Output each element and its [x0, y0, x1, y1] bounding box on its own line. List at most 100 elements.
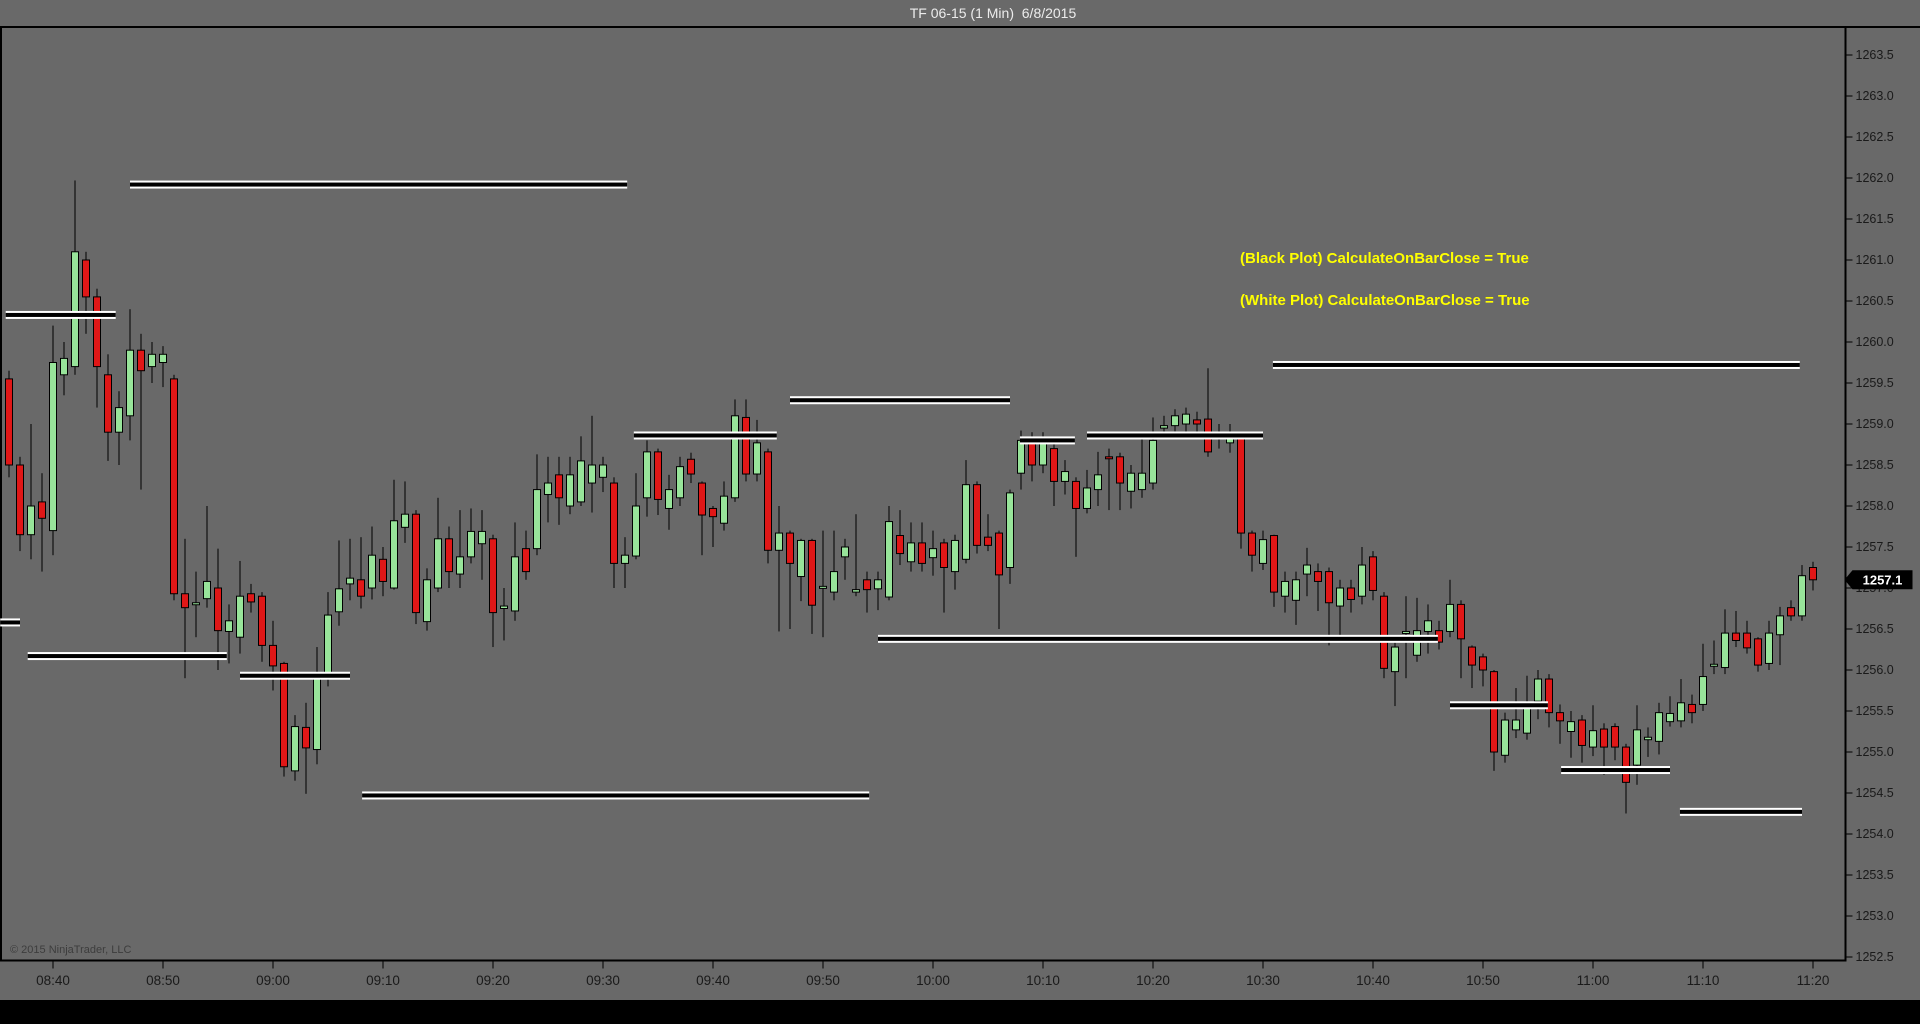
- candle-down: [379, 558, 387, 582]
- indicator-line-black-plot: [27, 654, 227, 659]
- time-tick: [382, 960, 384, 969]
- candle-up: [1677, 702, 1685, 722]
- candle-up: [720, 495, 728, 524]
- time-tick: [1702, 960, 1704, 969]
- time-tick-label: 09:00: [256, 973, 290, 988]
- candle-down: [302, 726, 310, 749]
- time-tick-label: 10:50: [1466, 973, 1500, 988]
- candle-up: [511, 556, 519, 612]
- time-tick-label: 08:40: [36, 973, 70, 988]
- price-tick-label: 1256.5: [1856, 622, 1894, 636]
- candle-down: [1732, 632, 1740, 641]
- indicator-line-black-plot: [362, 793, 870, 798]
- time-tick: [52, 960, 54, 969]
- candle-wick: [822, 530, 824, 638]
- candle-up: [1259, 539, 1267, 564]
- candle-down: [1050, 448, 1058, 482]
- candle-up: [335, 588, 343, 613]
- indicator-line-black-plot: [1679, 809, 1802, 814]
- price-tick-label: 1261.5: [1856, 212, 1894, 226]
- candle-up: [1358, 564, 1366, 597]
- candle-up: [544, 482, 552, 496]
- time-tick: [1152, 960, 1154, 969]
- candle-down: [918, 542, 926, 564]
- candle-wick: [1647, 727, 1649, 757]
- price-tick: [1845, 792, 1853, 794]
- candle-up: [1006, 492, 1014, 569]
- candle-up: [753, 442, 761, 475]
- price-tick: [1845, 464, 1853, 466]
- candle-down: [1105, 456, 1113, 460]
- candle-down: [82, 259, 90, 298]
- candle-up: [1127, 472, 1135, 492]
- candle-down: [863, 579, 871, 591]
- time-tick-label: 10:30: [1246, 973, 1280, 988]
- candle-up: [1666, 712, 1674, 723]
- candle-down: [258, 595, 266, 646]
- price-tick-label: 1262.5: [1856, 130, 1894, 144]
- time-tick: [1812, 960, 1814, 969]
- price-tick-label: 1263.5: [1856, 48, 1894, 62]
- candle-up: [599, 464, 607, 478]
- candle-up: [49, 362, 57, 532]
- time-tick-label: 09:30: [586, 973, 620, 988]
- candle-down: [1622, 746, 1630, 783]
- price-tick-label: 1260.5: [1856, 294, 1894, 308]
- price-tick: [1845, 95, 1853, 97]
- chart-title: TF 06-15 (1 Min) 6/8/2015: [909, 5, 1077, 21]
- price-tick-label: 1253.0: [1856, 909, 1894, 923]
- candle-down: [1688, 703, 1696, 714]
- candle-up: [676, 466, 684, 499]
- indicator-line-black-plot: [878, 636, 1438, 641]
- candle-up: [478, 530, 486, 545]
- price-tick-label: 1254.5: [1856, 786, 1894, 800]
- candle-down: [1556, 712, 1564, 722]
- candle-down: [687, 458, 695, 475]
- candle-up: [203, 580, 211, 600]
- candle-up: [1765, 632, 1773, 664]
- time-tick-label: 11:20: [1797, 973, 1830, 988]
- candle-up: [1402, 630, 1410, 634]
- candle-up: [27, 505, 35, 536]
- candle-down: [1468, 646, 1476, 666]
- candle-down: [742, 416, 750, 475]
- candle-up: [841, 546, 849, 558]
- time-tick-label: 10:00: [916, 973, 950, 988]
- indicator-line-black-plot: [1087, 433, 1263, 438]
- price-tick-label: 1261.0: [1856, 253, 1894, 267]
- price-tick: [1845, 505, 1853, 507]
- candle-wick: [30, 424, 32, 560]
- candle-up: [885, 521, 893, 598]
- candle-down: [16, 464, 24, 536]
- price-tick: [1845, 218, 1853, 220]
- time-tick-label: 08:50: [146, 973, 180, 988]
- price-tick: [1845, 341, 1853, 343]
- candle-up: [1644, 736, 1652, 741]
- price-tick: [1845, 54, 1853, 56]
- candle-up: [1798, 575, 1806, 617]
- candle-up: [1710, 663, 1718, 667]
- annotation-white-plot: (White Plot) CalculateOnBarClose = True: [1240, 292, 1530, 309]
- bottom-strip: [0, 1000, 1920, 1024]
- candle-down: [786, 532, 794, 564]
- price-tick-label: 1254.0: [1856, 827, 1894, 841]
- candle-up: [1424, 620, 1432, 632]
- candle-down: [214, 587, 222, 632]
- candle-down: [698, 482, 706, 516]
- indicator-line-black-plot: [240, 673, 350, 678]
- price-chart[interactable]: 1263.5 1263.0 1262.5 1262.0 1261.5 1261.0 1260…: [0, 0, 1920, 1024]
- candle-up: [467, 530, 475, 558]
- time-axis-line: [0, 959, 1847, 962]
- candle-wick: [338, 540, 340, 626]
- time-tick-label: 09:40: [696, 973, 730, 988]
- price-tick: [1845, 956, 1853, 958]
- candle-down: [995, 532, 1003, 576]
- candle-wick: [1713, 640, 1715, 675]
- candle-up: [1083, 487, 1091, 509]
- candle-down: [357, 579, 365, 597]
- candle-up: [874, 579, 882, 590]
- price-tick: [1845, 300, 1853, 302]
- candle-up: [1699, 676, 1707, 705]
- candle-down: [709, 507, 717, 518]
- candle-down: [137, 349, 145, 372]
